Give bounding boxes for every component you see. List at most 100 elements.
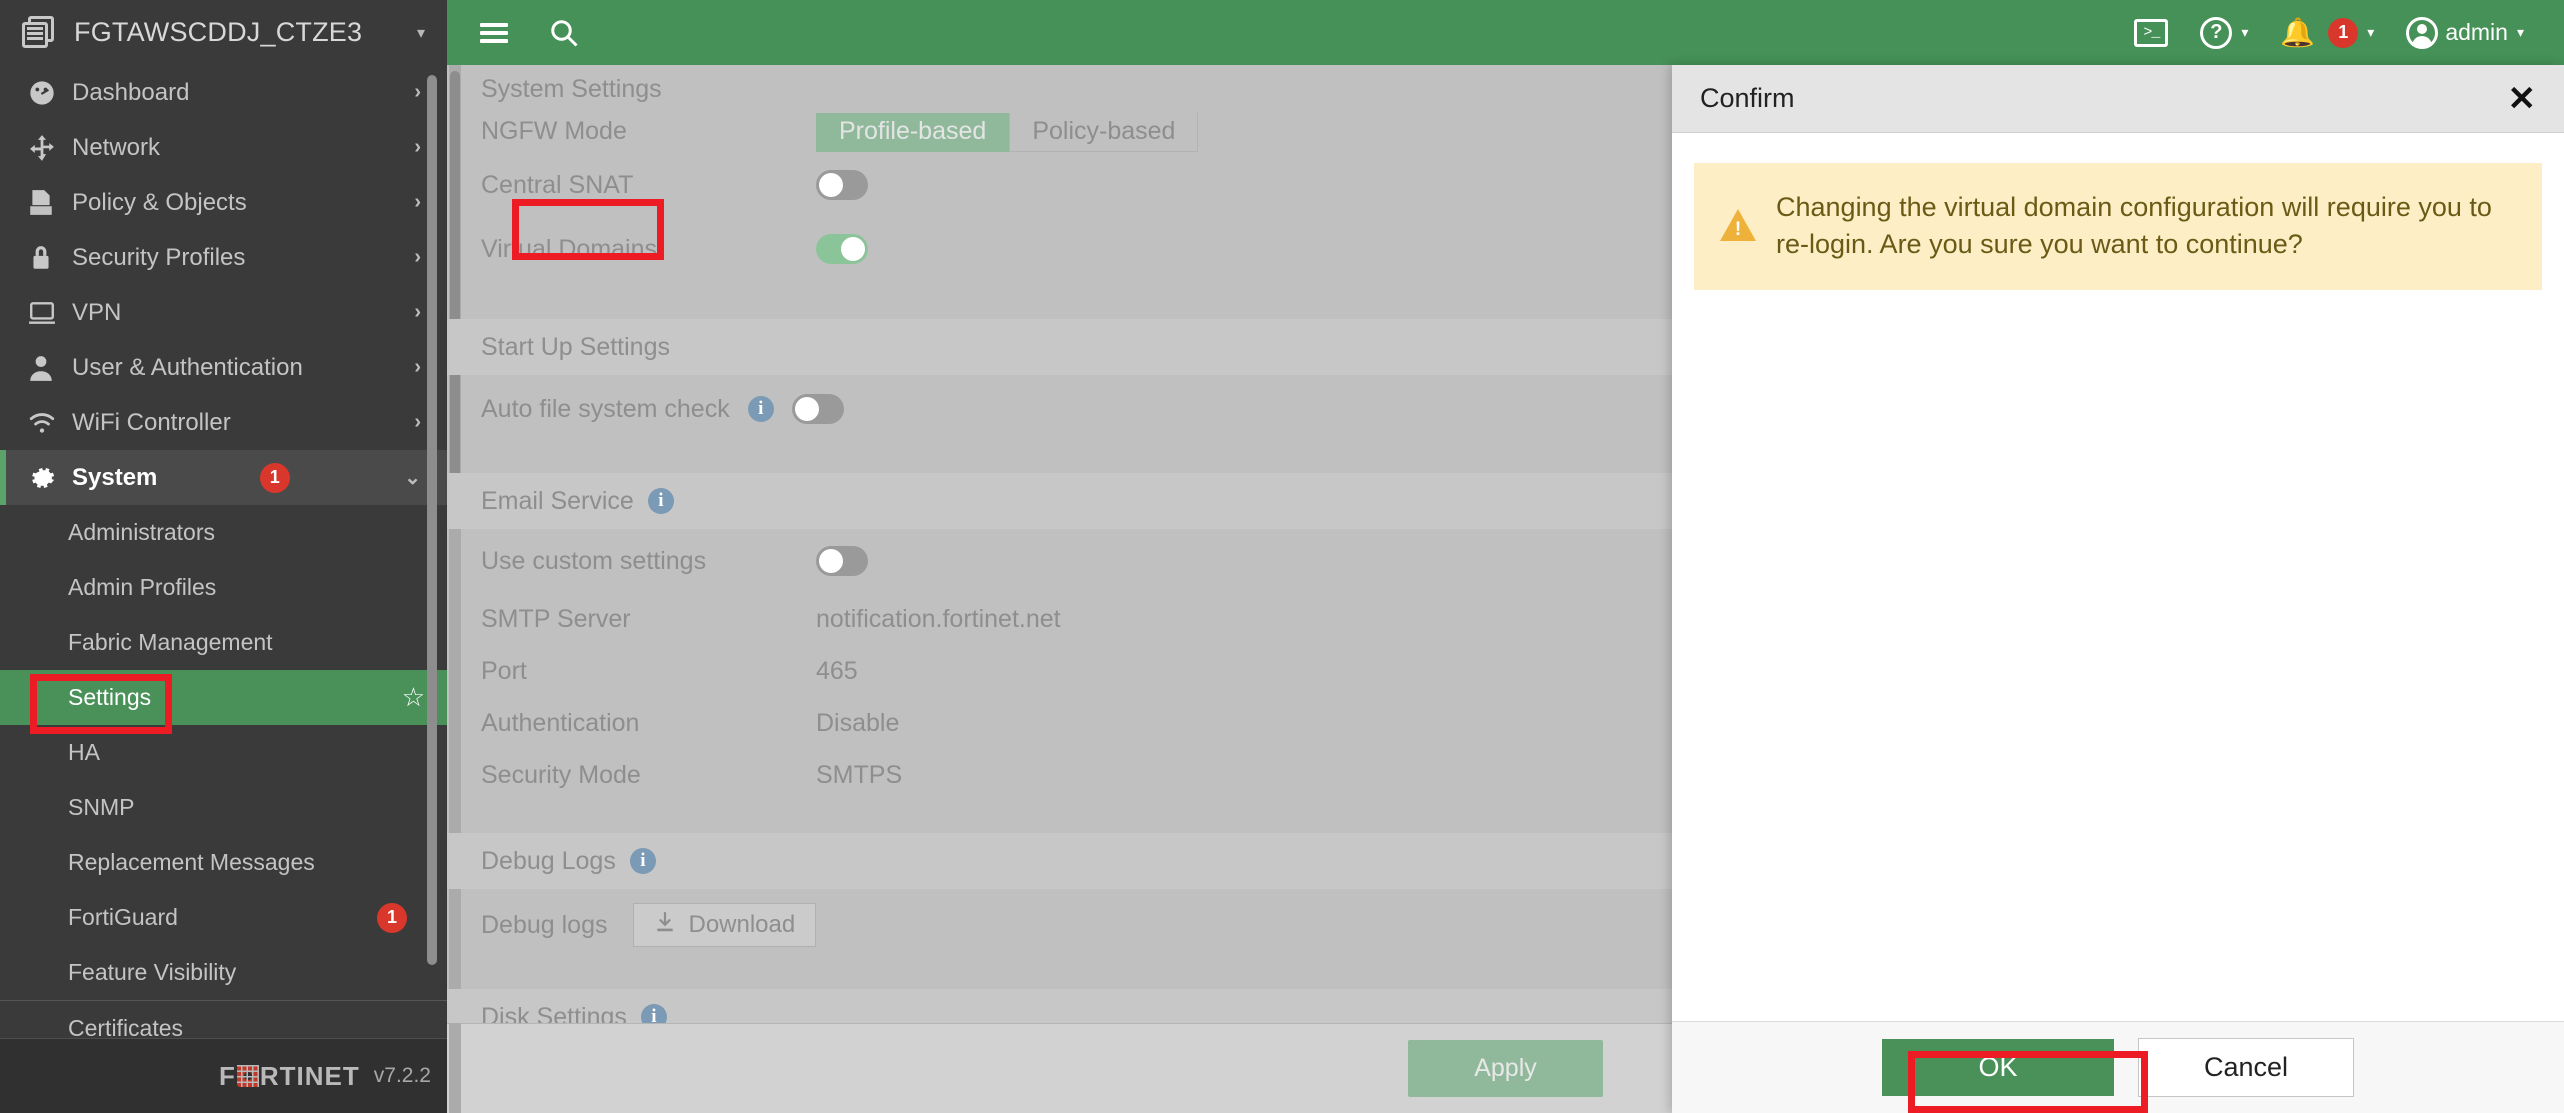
device-name: FGTAWSCDDJ_CTZE3 [74, 17, 363, 47]
port-value: 465 [816, 656, 858, 685]
warning-triangle-icon [1720, 209, 1756, 243]
sidebar-item-system[interactable]: System 1 ⌄ [0, 450, 447, 505]
auto-fsck-toggle[interactable] [791, 394, 844, 424]
sidebar-item-label: Dashboard [72, 78, 190, 106]
bell-icon: 🔔 [2280, 16, 2316, 48]
close-icon[interactable]: ✕ [2508, 82, 2537, 116]
sidebar-item-ha[interactable]: HA [0, 725, 447, 780]
ngfw-option-policy-based[interactable]: Policy-based [1009, 113, 1199, 152]
security-mode-label: Security Mode [481, 760, 641, 789]
sidebar-subitem-label: Certificates [68, 1014, 184, 1039]
sidebar-item-snmp[interactable]: SNMP [0, 780, 447, 835]
download-label: Download [688, 911, 796, 938]
sidebar-item-label: System [72, 463, 158, 491]
sidebar-item-certificates[interactable]: Certificates [0, 1000, 447, 1038]
logo-suffix: RTINET [259, 1060, 360, 1091]
sidebar-item-administrators[interactable]: Administrators [0, 505, 447, 560]
virtual-domains-toggle[interactable] [816, 234, 868, 264]
central-snat-toggle[interactable] [816, 170, 868, 200]
sidebar-item-security-profiles[interactable]: Security Profiles › [0, 230, 447, 285]
use-custom-settings-toggle[interactable] [816, 546, 868, 576]
sidebar-subitem-label: HA [68, 739, 100, 765]
sidebar-item-label: Policy & Objects [72, 188, 247, 216]
user-icon [28, 354, 72, 382]
device-stack-icon [20, 14, 60, 52]
user-menu-label: admin [2445, 19, 2508, 45]
cli-console-button[interactable]: >_ [2120, 0, 2182, 65]
sidebar-subitem-label: Administrators [68, 519, 215, 545]
disk-settings-heading: Disk Settings [481, 1002, 627, 1024]
help-button[interactable]: ? ▾ [2186, 0, 2262, 65]
warning-message: Changing the virtual domain configuratio… [1776, 192, 2492, 260]
download-debug-logs-button[interactable]: Download [633, 903, 817, 947]
central-snat-label: Central SNAT [481, 170, 634, 199]
sidebar-item-fortiguard[interactable]: FortiGuard 1 [0, 890, 447, 945]
info-icon[interactable]: i [640, 1004, 667, 1023]
sidebar: Dashboard › Network › Policy & Objects ›… [0, 65, 447, 1113]
sidebar-scrollbar[interactable] [427, 75, 437, 965]
chevron-right-icon: › [414, 301, 421, 323]
apply-button[interactable]: Apply [1408, 1040, 1603, 1097]
monitor-icon [28, 300, 72, 326]
chevron-down-icon: ▾ [2516, 24, 2524, 40]
favorite-star-icon[interactable]: ☆ [402, 682, 425, 713]
authentication-label: Authentication [481, 708, 640, 737]
start-up-settings-heading: Start Up Settings [481, 332, 670, 361]
body: Dashboard › Network › Policy & Objects ›… [0, 65, 2564, 1113]
sidebar-item-settings[interactable]: Settings ☆ [0, 670, 447, 725]
top-bar-actions: >_ ? ▾ 🔔 1 ▾ admin ▾ [2120, 0, 2564, 65]
sidebar-subitem-label: FortiGuard [68, 904, 178, 930]
chevron-right-icon: › [414, 246, 421, 268]
sidebar-item-user-authentication[interactable]: User & Authentication › [0, 340, 447, 395]
sidebar-item-label: VPN [72, 298, 122, 326]
cli-console-icon: >_ [2134, 18, 2169, 47]
sidebar-item-dashboard[interactable]: Dashboard › [0, 65, 447, 120]
chevron-down-icon[interactable]: ▾ [417, 23, 425, 43]
notification-count-badge: 1 [2328, 17, 2359, 48]
sidebar-subitem-label: Fabric Management [68, 629, 273, 655]
sidebar-subitem-label: Admin Profiles [68, 574, 217, 600]
gear-icon [28, 464, 72, 492]
cancel-button[interactable]: Cancel [2138, 1038, 2354, 1097]
chevron-down-icon: ▾ [2367, 24, 2375, 40]
ngfw-option-profile-based[interactable]: Profile-based [816, 113, 1010, 152]
fortinet-logo: F RTINET [219, 1061, 360, 1092]
sidebar-item-network[interactable]: Network › [0, 120, 447, 175]
sidebar-item-admin-profiles[interactable]: Admin Profiles [0, 560, 447, 615]
hamburger-icon[interactable] [473, 12, 515, 54]
chevron-down-icon: ▾ [2241, 24, 2249, 40]
sidebar-subitem-label: Replacement Messages [68, 849, 315, 875]
info-icon[interactable]: i [647, 488, 674, 514]
lock-icon [28, 244, 72, 272]
ngfw-mode-segmented-control[interactable]: Profile-based Policy-based [816, 113, 1199, 152]
sidebar-item-feature-visibility[interactable]: Feature Visibility [0, 945, 447, 1000]
device-selector[interactable]: FGTAWSCDDJ_CTZE3 ▾ [0, 0, 447, 65]
search-icon[interactable] [543, 12, 585, 54]
fortigate-admin-window: FGTAWSCDDJ_CTZE3 ▾ >_ ? ▾ 🔔 1 ▾ admin ▾ … [0, 0, 2564, 1113]
ok-button[interactable]: OK [1882, 1039, 2114, 1096]
smtp-server-value: notification.fortinet.net [816, 604, 1061, 633]
sidebar-item-vpn[interactable]: VPN › [0, 285, 447, 340]
sidebar-nav: Dashboard › Network › Policy & Objects ›… [0, 65, 447, 1038]
dialog-header: Confirm ✕ [1672, 65, 2564, 133]
notifications-button[interactable]: 🔔 1 ▾ [2266, 0, 2388, 65]
chevron-right-icon: › [414, 411, 421, 433]
debug-logs-label: Debug logs [481, 910, 608, 939]
authentication-value: Disable [816, 708, 900, 737]
info-icon[interactable]: i [747, 396, 774, 422]
sidebar-item-label: Network [72, 133, 161, 161]
sidebar-footer: F RTINET v7.2.2 [0, 1038, 447, 1113]
sidebar-item-label: Security Profiles [72, 243, 246, 271]
system-badge: 1 [259, 462, 290, 493]
sidebar-item-fabric-management[interactable]: Fabric Management [0, 615, 447, 670]
logo-o-mark [236, 1065, 259, 1087]
info-icon[interactable]: i [629, 848, 656, 874]
user-menu-button[interactable]: admin ▾ [2392, 0, 2538, 65]
policy-document-icon [28, 189, 72, 217]
sidebar-item-policy-objects[interactable]: Policy & Objects › [0, 175, 447, 230]
security-mode-value: SMTPS [816, 760, 903, 789]
sidebar-item-replacement-messages[interactable]: Replacement Messages [0, 835, 447, 890]
dialog-body: Changing the virtual domain configuratio… [1672, 133, 2564, 1021]
sidebar-item-wifi-controller[interactable]: WiFi Controller › [0, 395, 447, 450]
sidebar-subitem-label: Feature Visibility [68, 959, 237, 985]
